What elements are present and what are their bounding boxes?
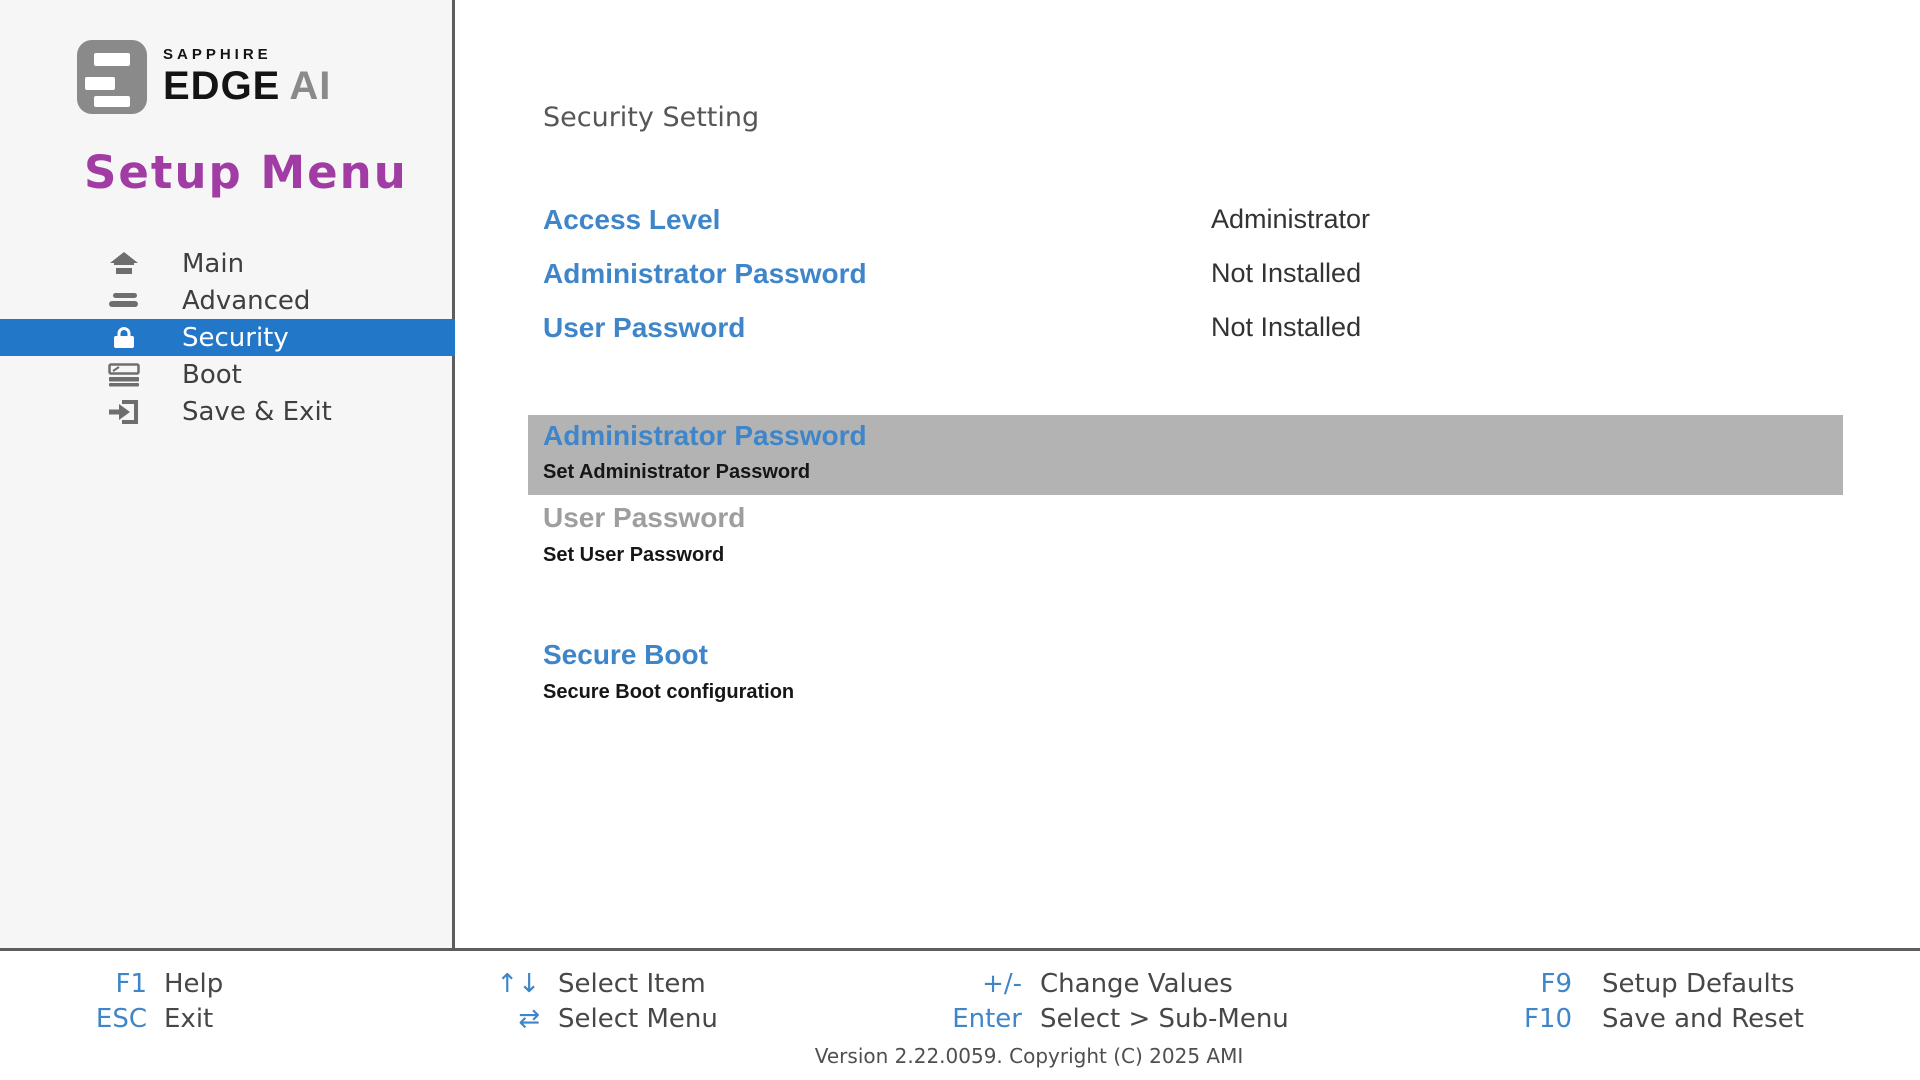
hint-group-help-exit: F1 Help ESC Exit	[57, 966, 223, 1036]
footer-divider	[0, 948, 1920, 951]
hint-group-select: ↑↓ Select Item ⇄ Select Menu	[480, 966, 718, 1036]
option-title: Administrator Password	[543, 420, 867, 452]
save-exit-icon	[104, 399, 144, 425]
sapphire-logo-icon	[77, 40, 147, 114]
hint-group-values: +/- Change Values Enter Select > Sub-Men…	[880, 966, 1289, 1036]
hint-change-values: Change Values	[1040, 969, 1289, 999]
sidebar-item-label: Advanced	[182, 286, 310, 316]
hint-select-item: Select Item	[558, 969, 718, 999]
brand-ai-text: AI	[289, 64, 331, 108]
access-level-label: Access Level	[543, 204, 720, 236]
sidebar-menu: Main Advanced Security	[0, 245, 455, 430]
key-f10: F10	[1440, 1004, 1572, 1034]
brand-edge-word: EDGE	[163, 64, 280, 108]
advanced-icon	[104, 291, 144, 311]
bios-setup-screen: SAPPHIRE EDGEAI Setup Menu Main	[0, 0, 1920, 1080]
sidebar-item-label: Main	[182, 249, 244, 279]
option-help-text: Secure Boot configuration	[543, 681, 794, 704]
option-help-text: Set Administrator Password	[543, 461, 810, 484]
info-row-user-password-status: User Password Not Installed	[458, 312, 1920, 342]
lock-icon	[104, 326, 144, 350]
option-administrator-password[interactable]: Administrator Password Set Administrator…	[528, 415, 1843, 495]
option-title: Secure Boot	[543, 639, 708, 671]
hint-help: Help	[164, 969, 223, 999]
key-plus-minus: +/-	[880, 969, 1022, 999]
user-password-label: User Password	[543, 312, 745, 344]
page-title: Security Setting	[543, 102, 759, 133]
hint-select-submenu: Select > Sub-Menu	[1040, 1004, 1289, 1034]
hint-setup-defaults: Setup Defaults	[1602, 969, 1804, 999]
sidebar-item-label: Boot	[182, 360, 242, 390]
swap-arrows-icon: ⇄	[480, 1004, 540, 1034]
option-help-text: Set User Password	[543, 544, 724, 567]
option-user-password[interactable]: User Password Set User Password	[528, 502, 1843, 582]
option-secure-boot[interactable]: Secure Boot Secure Boot configuration	[528, 639, 1843, 719]
option-title: User Password	[543, 502, 745, 534]
user-password-value: Not Installed	[1211, 312, 1361, 343]
key-f9: F9	[1440, 969, 1572, 999]
hint-group-defaults-save: F9 Setup Defaults F10 Save and Reset	[1440, 966, 1804, 1036]
key-f1: F1	[57, 969, 147, 999]
key-esc: ESC	[57, 1004, 147, 1034]
setup-menu-title: Setup Menu	[84, 146, 408, 199]
key-enter: Enter	[880, 1004, 1022, 1034]
up-down-arrows-icon: ↑↓	[480, 969, 540, 999]
sidebar-item-save-exit[interactable]: Save & Exit	[0, 393, 455, 430]
security-settings-panel: Security Setting Access Level Administra…	[458, 0, 1920, 951]
admin-password-value: Not Installed	[1211, 258, 1361, 289]
brand-text: SAPPHIRE EDGEAI	[163, 40, 331, 107]
hint-exit: Exit	[164, 1004, 223, 1034]
brand-sapphire-text: SAPPHIRE	[163, 46, 331, 63]
sidebar-item-label: Security	[182, 323, 289, 353]
sidebar-item-security[interactable]: Security	[0, 319, 455, 356]
hint-save-and-reset: Save and Reset	[1602, 1004, 1804, 1034]
brand-logo: SAPPHIRE EDGEAI	[77, 40, 331, 114]
sidebar-item-label: Save & Exit	[182, 397, 332, 427]
sidebar: SAPPHIRE EDGEAI Setup Menu Main	[0, 0, 455, 951]
hint-select-menu: Select Menu	[558, 1004, 718, 1034]
brand-edge-text: EDGEAI	[163, 65, 331, 107]
admin-password-label: Administrator Password	[543, 258, 867, 290]
sidebar-item-main[interactable]: Main	[0, 245, 455, 282]
version-text: Version 2.22.0059. Copyright (C) 2025 AM…	[815, 1044, 1244, 1068]
access-level-value: Administrator	[1211, 204, 1370, 235]
sidebar-item-boot[interactable]: Boot	[0, 356, 455, 393]
boot-icon	[104, 363, 144, 387]
info-row-admin-password-status: Administrator Password Not Installed	[458, 258, 1920, 288]
sidebar-item-advanced[interactable]: Advanced	[0, 282, 455, 319]
home-icon	[104, 252, 144, 275]
info-row-access-level: Access Level Administrator	[458, 204, 1920, 234]
